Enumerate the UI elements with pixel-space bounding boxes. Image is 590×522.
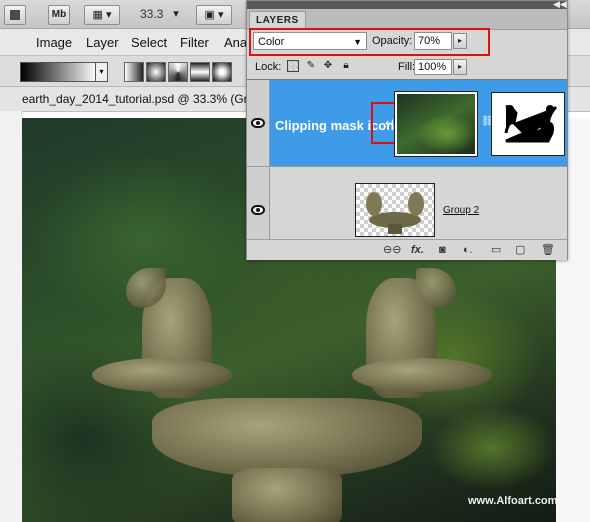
photoshop-window: Mb ▦ ▾ 33.3 ▾ ▣ ▾ Image Layer Select Fil… <box>0 0 590 522</box>
visibility-cell[interactable] <box>247 167 270 239</box>
menu-image[interactable]: Image <box>36 35 72 50</box>
layer-style-icon[interactable]: fx. <box>411 243 424 257</box>
gradient-picker[interactable] <box>20 62 98 82</box>
fill-field[interactable]: 100% <box>414 59 452 75</box>
fountain-thumbnail-art <box>366 192 424 234</box>
add-mask-icon[interactable]: ◙ <box>439 243 446 257</box>
mini-bridge-label: Mb <box>51 9 67 20</box>
menu-analysis[interactable]: Ana <box>224 35 247 50</box>
lock-transparent-pixels-icon[interactable] <box>287 60 299 72</box>
watermark-text: www.Alfoart.com <box>468 495 556 507</box>
link-layers-icon[interactable]: ⊖⊖ <box>383 243 401 257</box>
eye-icon[interactable] <box>251 205 265 215</box>
layer-row-selected[interactable]: Clipping mask icon ↵ ⛓ <box>247 79 567 166</box>
menu-select[interactable]: Select <box>131 35 167 50</box>
group-thumbnail[interactable] <box>355 183 435 237</box>
layer-thumbnail[interactable] <box>394 91 478 157</box>
fountain-pedestal <box>232 468 342 522</box>
ruler-strip <box>0 111 22 522</box>
panel-tab-row: LAYERS <box>247 9 567 30</box>
lock-all-icon[interactable]: 🔒︎ <box>340 60 352 72</box>
ps-home-button[interactable] <box>4 5 26 25</box>
visibility-cell[interactable] <box>247 80 270 166</box>
view-extras-button[interactable]: ▦ ▾ <box>84 5 120 25</box>
new-group-icon[interactable]: ▭ <box>491 243 501 257</box>
new-layer-icon[interactable]: ▢ <box>515 243 525 257</box>
radial-gradient-button[interactable] <box>146 62 166 82</box>
fountain-bowl <box>152 398 422 478</box>
fill-label: Fill: <box>398 61 416 73</box>
lock-label: Lock: <box>255 61 282 73</box>
eye-icon[interactable] <box>251 118 265 128</box>
menu-filter[interactable]: Filter <box>180 35 209 50</box>
zoom-dropdown[interactable]: ▾ <box>170 5 182 23</box>
layer-row[interactable]: Group 2 <box>247 166 567 239</box>
arrange-icon: ▣ ▾ <box>204 9 224 21</box>
zoom-level[interactable]: 33.3 <box>140 7 163 21</box>
diamond-gradient-button[interactable] <box>212 62 232 82</box>
panel-header-strip <box>247 1 567 9</box>
lock-image-pixels-icon[interactable]: ✎ <box>305 60 317 72</box>
group-name[interactable]: Group 2 <box>443 205 479 216</box>
mini-bridge-button[interactable]: Mb <box>48 5 70 25</box>
mask-shape <box>504 105 558 143</box>
annotation-highlight-box <box>249 28 490 56</box>
film-icon: ▦ ▾ <box>92 9 112 21</box>
trash-icon[interactable]: 🗑︎ <box>541 243 555 257</box>
adjustment-layer-icon[interactable]: ◐. <box>463 243 473 257</box>
layer-mask-thumbnail[interactable] <box>491 92 565 156</box>
right-fountain-arm <box>352 358 492 392</box>
lock-position-icon[interactable]: ✥ <box>322 60 334 72</box>
document-title: earth_day_2014_tutorial.psd @ 33.3% (Gro… <box>22 92 261 106</box>
layers-panel-footer: ⊖⊖ fx. ◙ ◐. ▭ ▢ 🗑︎ <box>247 239 567 260</box>
layers-panel: ◀◀ LAYERS Color ▼ Opacity: 70% ▸ Lock: ✎… <box>246 0 568 260</box>
menu-layer[interactable]: Layer <box>86 35 119 50</box>
reflected-gradient-button[interactable] <box>190 62 210 82</box>
angle-gradient-button[interactable] <box>168 62 188 82</box>
linear-gradient-button[interactable] <box>124 62 144 82</box>
fill-slider-button[interactable]: ▸ <box>453 59 467 75</box>
left-fountain-arm <box>92 358 232 392</box>
gradient-picker-dropdown[interactable]: ▾ <box>95 62 108 82</box>
arrange-documents-button[interactable]: ▣ ▾ <box>196 5 232 25</box>
